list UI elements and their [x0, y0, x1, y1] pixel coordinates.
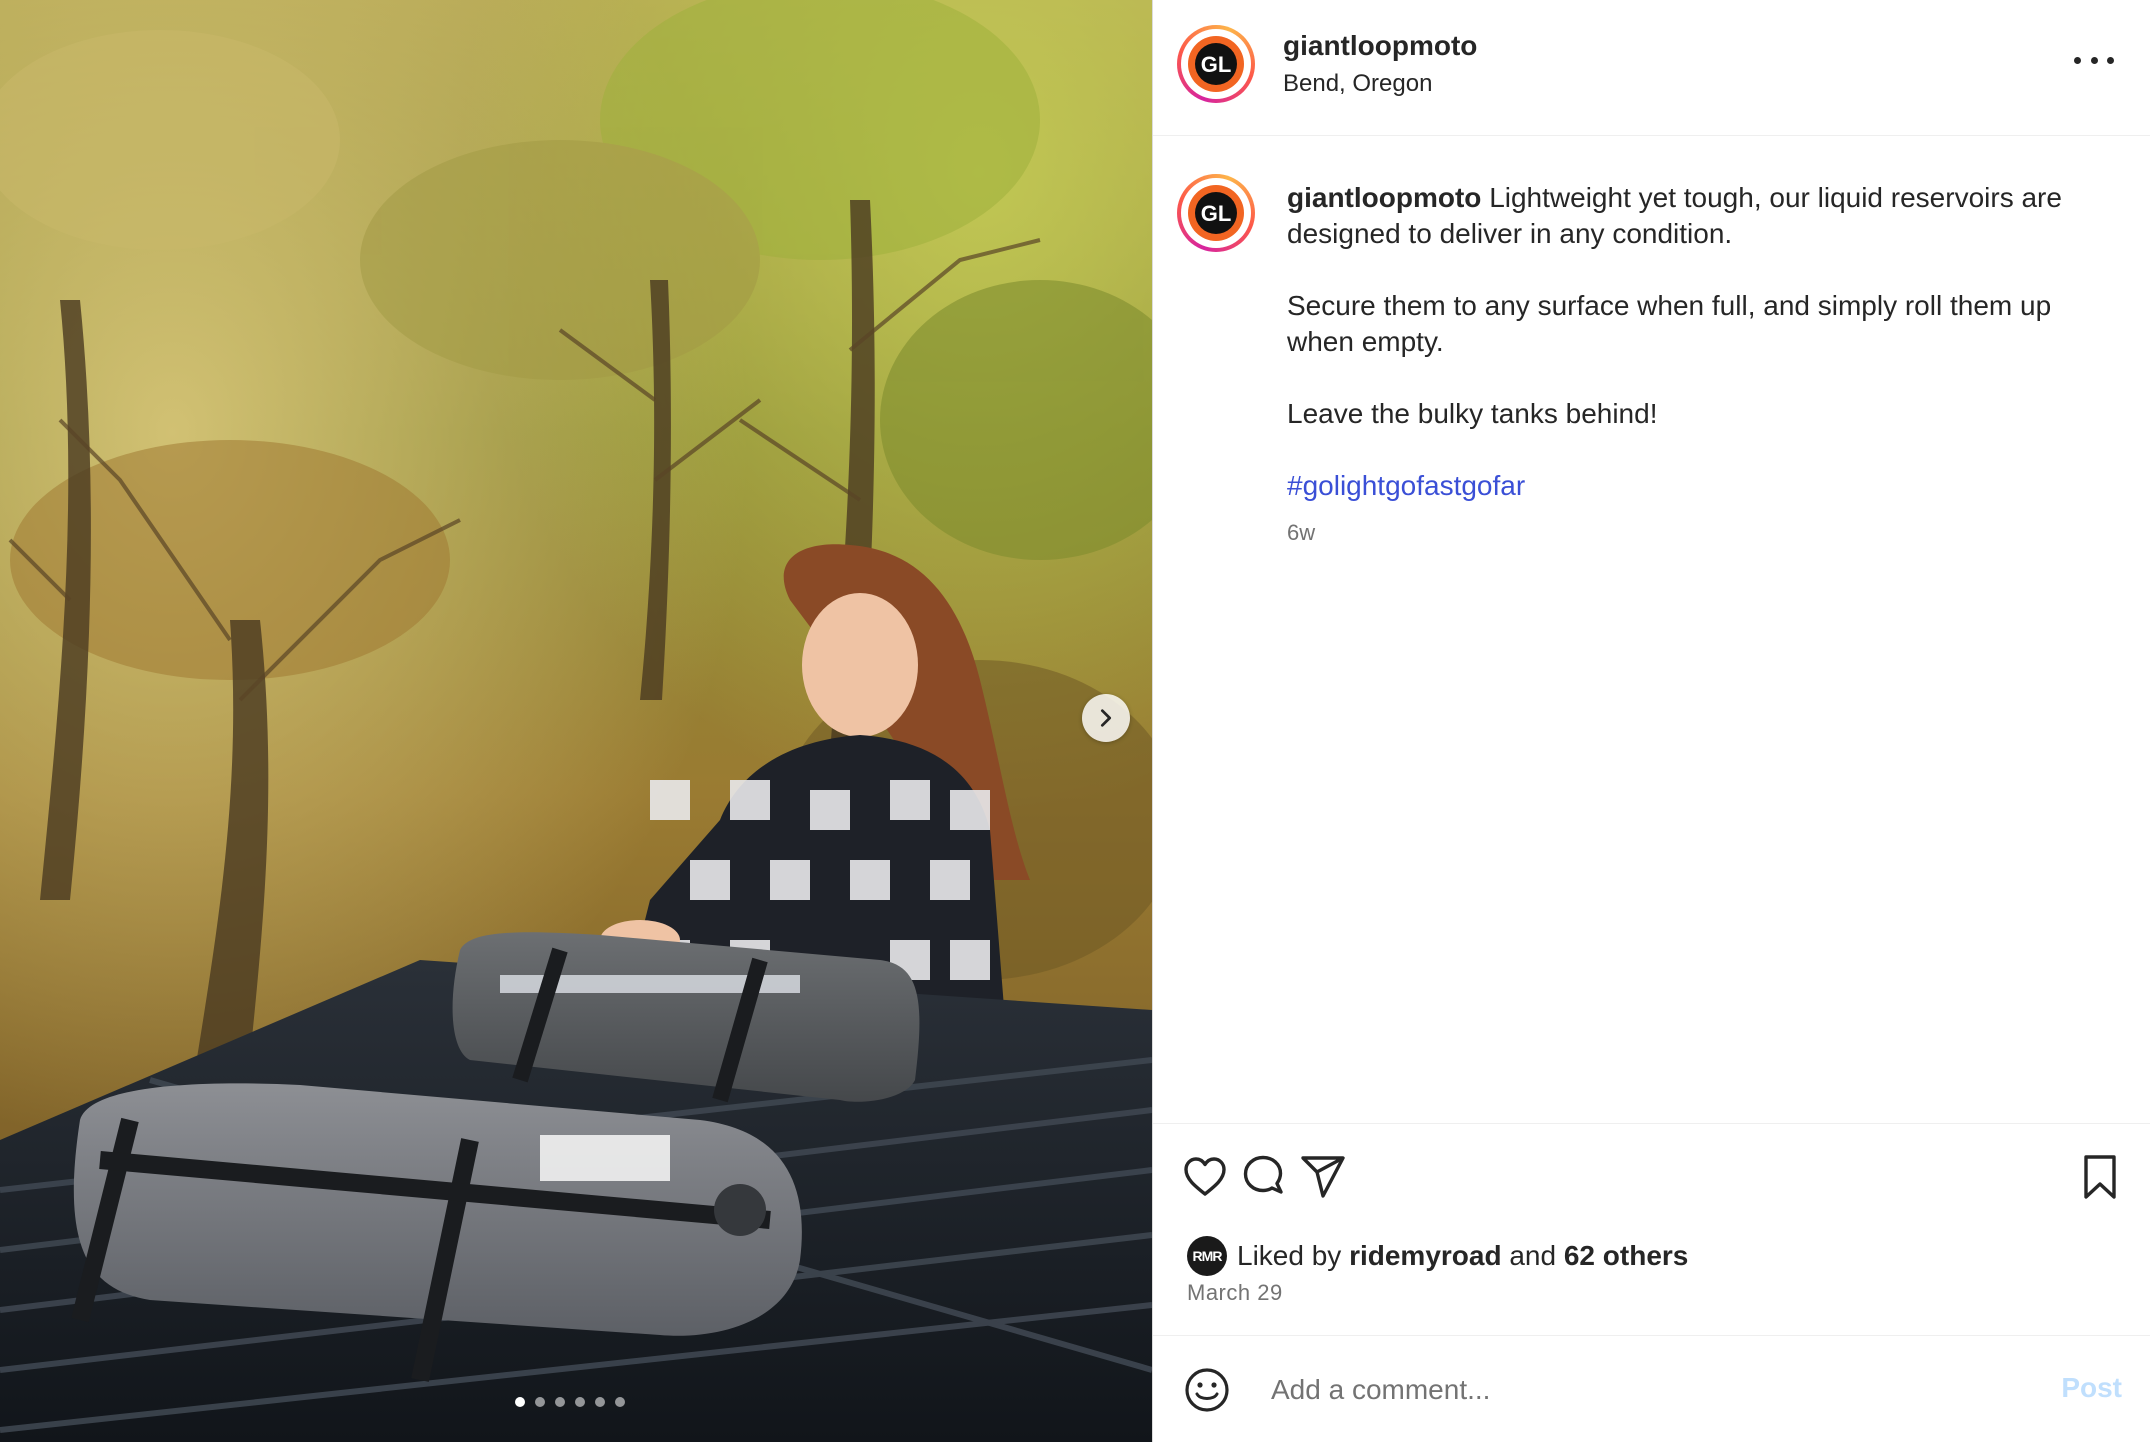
more-options-icon[interactable] [2074, 50, 2114, 70]
carousel-next-button[interactable] [1082, 694, 1130, 742]
post-actions: RMR Liked by ridemyroad and 62 others Ma… [1153, 1123, 2150, 1336]
post-date[interactable]: March 29 [1187, 1280, 1283, 1306]
liker-username[interactable]: ridemyroad [1349, 1240, 1502, 1272]
post-location[interactable]: Bend, Oregon [1283, 70, 1432, 98]
comment-input[interactable] [1269, 1364, 1973, 1416]
caption-username[interactable]: giantloopmoto [1287, 182, 1481, 213]
carousel-dot [575, 1397, 585, 1407]
carousel-indicators [515, 1397, 625, 1407]
carousel-dot [595, 1397, 605, 1407]
caption-paragraph: Secure them to any surface when full, an… [1287, 290, 2052, 357]
caption-timestamp[interactable]: 6w [1287, 520, 1315, 546]
send-icon[interactable] [1297, 1151, 1349, 1203]
carousel-dot [535, 1397, 545, 1407]
carousel-dot [555, 1397, 565, 1407]
post-header: GL giantloopmoto Bend, Oregon [1153, 0, 2150, 136]
post-media [0, 0, 1152, 1442]
likes-others[interactable]: 62 others [1564, 1240, 1689, 1272]
likes-prefix: Liked by [1237, 1240, 1342, 1271]
heart-icon[interactable] [1179, 1151, 1231, 1203]
caption-avatar[interactable]: GL [1177, 174, 1255, 252]
liker-avatar[interactable]: RMR [1187, 1236, 1227, 1276]
post-username[interactable]: giantloopmoto [1283, 30, 1477, 62]
post-caption: giantloopmoto Lightweight yet tough, our… [1287, 180, 2107, 540]
svg-text:GL: GL [1201, 201, 1232, 226]
carousel-dot [515, 1397, 525, 1407]
carousel-dot [615, 1397, 625, 1407]
giantloop-logo: GL [1188, 185, 1244, 241]
bookmark-icon[interactable] [2074, 1151, 2126, 1203]
likes-summary: RMR Liked by ridemyroad and 62 others [1187, 1236, 1688, 1276]
giantloop-logo: GL [1188, 36, 1244, 92]
comment-bar: Post [1153, 1335, 2150, 1442]
profile-avatar[interactable]: GL [1177, 25, 1255, 103]
comment-icon[interactable] [1237, 1151, 1289, 1203]
caption-paragraph: Leave the bulky tanks behind! [1287, 398, 1658, 429]
post-photo [0, 0, 1152, 1442]
likes-conjunction: and [1509, 1240, 1557, 1271]
hashtag-link[interactable]: #golightgofastgofar [1287, 470, 1525, 501]
caption-section: GL giantloopmoto Lightweight yet tough, … [1153, 136, 2150, 1124]
instagram-post: GL giantloopmoto Bend, Oregon GL giantlo… [0, 0, 2150, 1442]
svg-text:GL: GL [1201, 52, 1232, 77]
chevron-right-icon [1100, 709, 1112, 727]
smiley-icon[interactable] [1181, 1364, 1233, 1416]
post-comment-button[interactable]: Post [2061, 1372, 2122, 1404]
post-sidebar: GL giantloopmoto Bend, Oregon GL giantlo… [1152, 0, 2150, 1442]
